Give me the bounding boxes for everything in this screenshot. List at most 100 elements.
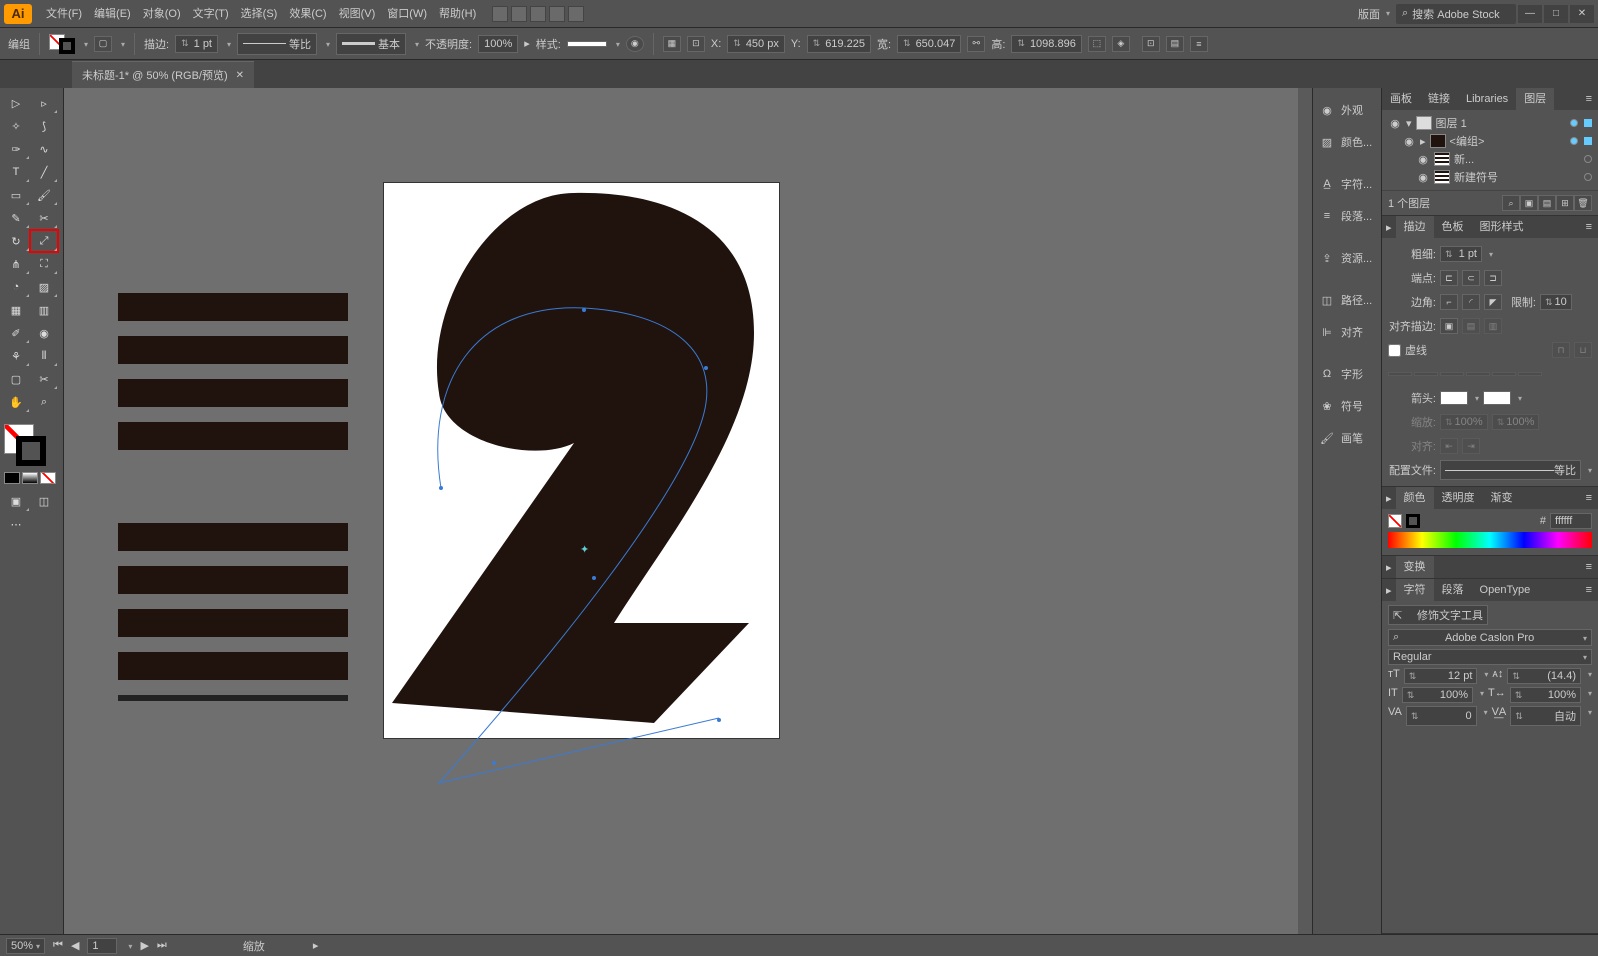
expand-icon[interactable]: ▸	[1382, 561, 1396, 574]
shape-builder-tool[interactable]: ◔	[2, 276, 30, 298]
target-icon[interactable]	[1570, 119, 1578, 127]
target-icon[interactable]	[1584, 173, 1592, 181]
envelope-icon[interactable]: ◈	[1112, 36, 1130, 52]
tab-stroke[interactable]: 描边	[1396, 216, 1434, 238]
first-page-icon[interactable]: ⏮	[53, 939, 63, 952]
gap-2[interactable]	[1466, 372, 1490, 376]
symbol-sprayer-tool[interactable]: ⚘	[2, 345, 30, 367]
vscale-dd[interactable]	[1477, 687, 1484, 703]
shape-icon[interactable]: ⬚	[1088, 36, 1106, 52]
dock-para[interactable]: ≡段落...	[1313, 200, 1381, 232]
doc-tab-close[interactable]: ✕	[236, 70, 244, 81]
transform-menu-icon[interactable]: ≡	[1580, 561, 1598, 573]
fill-dropdown[interactable]	[81, 38, 88, 50]
delete-layer-icon[interactable]: 🗑	[1574, 195, 1592, 211]
tab-opacity[interactable]: 透明度	[1434, 487, 1483, 509]
dock-appearance[interactable]: ◉外观	[1313, 94, 1381, 126]
locate-layer-icon[interactable]: ⌕	[1502, 195, 1520, 211]
tab-artboards[interactable]: 画板	[1382, 88, 1420, 110]
join-round[interactable]: ◜	[1462, 294, 1480, 310]
tab-layers[interactable]: 图层	[1516, 88, 1554, 110]
mask-icon[interactable]: ▤	[1166, 36, 1184, 52]
brush-def-dd[interactable]	[412, 38, 419, 50]
w-field[interactable]: 650.047	[897, 35, 961, 53]
gradient-tool[interactable]: ▥	[30, 299, 58, 321]
fill-stroke-swatch[interactable]	[49, 34, 75, 54]
font-family-field[interactable]: ⌕Adobe Caslon Pro	[1388, 629, 1592, 646]
vscale-field[interactable]: 100%	[1402, 687, 1473, 703]
canvas[interactable]: ✦	[64, 88, 1312, 934]
layer-row[interactable]: ◉新...	[1388, 150, 1592, 168]
magic-wand-tool[interactable]: ✧	[2, 115, 30, 137]
expand-icon[interactable]: ▸	[1382, 492, 1396, 505]
gap-3[interactable]	[1518, 372, 1542, 376]
layer-row[interactable]: ◉▾图层 1	[1388, 114, 1592, 132]
menu-file[interactable]: 文件(F)	[40, 0, 88, 28]
gpu-icon[interactable]	[549, 6, 565, 22]
rectangle-tool[interactable]: ▭	[2, 184, 30, 206]
new-layer-icon[interactable]: ⊞	[1556, 195, 1574, 211]
cap-square[interactable]: ⊐	[1484, 270, 1502, 286]
expand-icon[interactable]: ▸	[1382, 221, 1396, 234]
rotate-tool[interactable]: ↻	[2, 230, 30, 252]
edit-toolbar-btn[interactable]: ⋯	[2, 513, 30, 535]
limit-field[interactable]: 10	[1540, 294, 1572, 310]
arrow-start-dd[interactable]	[1472, 392, 1479, 404]
lasso-tool[interactable]: ⟆	[30, 115, 58, 137]
menu-effect[interactable]: 效果(C)	[283, 0, 332, 28]
arrange-icon[interactable]	[530, 6, 546, 22]
color-menu-icon[interactable]: ≡	[1580, 492, 1598, 504]
dash-2[interactable]	[1440, 372, 1464, 376]
sync-icon[interactable]	[568, 6, 584, 22]
width-profile[interactable]: 等比	[237, 33, 317, 55]
cap-butt[interactable]: ⊏	[1440, 270, 1458, 286]
arrow-scale-end[interactable]: 100%	[1492, 414, 1540, 430]
layer-row[interactable]: ◉新建符号	[1388, 168, 1592, 186]
color-spectrum[interactable]	[1388, 532, 1592, 548]
fill-stroke-large[interactable]	[2, 422, 61, 470]
page-dd[interactable]	[125, 940, 132, 952]
page-field[interactable]: 1	[87, 938, 117, 954]
pen-tool[interactable]: ✑	[2, 138, 30, 160]
profile-field[interactable]: 等比	[1440, 460, 1581, 480]
layers-menu-icon[interactable]: ≡	[1580, 93, 1598, 105]
dock-char[interactable]: A̲字符...	[1313, 168, 1381, 200]
screen-mode-tool[interactable]: ▣	[2, 490, 30, 512]
color-mode-fill[interactable]	[4, 472, 20, 484]
selection-tool[interactable]: ▷	[2, 92, 30, 114]
new-sublayer-icon[interactable]: ▤	[1538, 195, 1556, 211]
curvature-tool[interactable]: ∿	[30, 138, 58, 160]
direct-selection-tool[interactable]: ▹	[30, 92, 58, 114]
paintbrush-tool[interactable]: 🖌	[30, 184, 58, 206]
perspective-tool[interactable]: ▨	[30, 276, 58, 298]
stroke-weight-field[interactable]: 1 pt	[175, 35, 218, 53]
style-dd[interactable]	[613, 38, 620, 50]
dash-3[interactable]	[1492, 372, 1516, 376]
hex-field[interactable]: ffffff	[1550, 513, 1592, 529]
arrow-scale-start[interactable]: 100%	[1440, 414, 1488, 430]
status-arrow-icon[interactable]: ▸	[313, 939, 319, 952]
stroke-weight-dd[interactable]	[224, 38, 231, 50]
menu-help[interactable]: 帮助(H)	[433, 0, 482, 28]
layer-row[interactable]: ◉▸<编组>	[1388, 132, 1592, 150]
width-profile-dd[interactable]	[323, 38, 330, 50]
kerning-field[interactable]: 0	[1406, 706, 1477, 726]
kerning-dd[interactable]	[1481, 706, 1488, 726]
char-menu-icon[interactable]: ≡	[1580, 584, 1598, 596]
last-page-icon[interactable]: ⏭	[157, 939, 167, 952]
profile-dd[interactable]	[1585, 464, 1592, 476]
font-style-field[interactable]: Regular	[1388, 649, 1592, 665]
options-icon[interactable]: ≡	[1190, 36, 1208, 52]
tab-graphic-styles[interactable]: 图形样式	[1472, 216, 1532, 238]
next-page-icon[interactable]: ▶	[140, 939, 148, 952]
link-wh-icon[interactable]: ⚯	[967, 36, 985, 52]
zoom-field[interactable]: 50%	[6, 938, 45, 954]
visibility-icon[interactable]: ◉	[1416, 171, 1430, 184]
join-bevel[interactable]: ◤	[1484, 294, 1502, 310]
menu-view[interactable]: 视图(V)	[333, 0, 382, 28]
weight-dd[interactable]	[1486, 248, 1493, 260]
workspace-switcher[interactable]: 版面	[1352, 6, 1396, 22]
menu-window[interactable]: 窗口(W)	[381, 0, 433, 28]
arrow-end[interactable]	[1483, 391, 1511, 405]
visibility-icon[interactable]: ◉	[1388, 117, 1402, 130]
